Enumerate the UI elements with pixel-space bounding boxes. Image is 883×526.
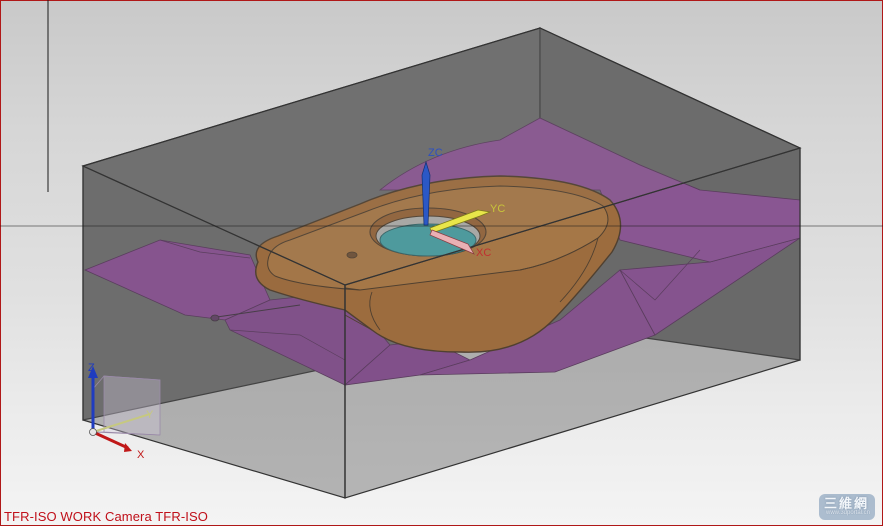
view-name-label: TFR-ISO WORK Camera TFR-ISO	[4, 509, 208, 524]
model-scene[interactable]: ZC YC XC Z Y X	[0, 0, 883, 526]
triad-z-label: Z	[88, 362, 95, 374]
wcs-xc-label: XC	[476, 247, 491, 259]
triad-y-label: Y	[146, 409, 154, 421]
wcs-yc-label: YC	[490, 203, 505, 215]
graphics-window[interactable]: ZC YC XC Z Y X TFR-ISO WORK Camera TFR-I…	[0, 0, 883, 526]
watermark-url: www.3dportal.cn	[826, 510, 871, 516]
triad-x-label: X	[137, 449, 145, 461]
workpiece-box-front[interactable]	[81, 27, 802, 499]
watermark-logo: 三維網 www.3dportal.cn	[818, 493, 876, 521]
wcs-zc-label: ZC	[428, 147, 443, 159]
